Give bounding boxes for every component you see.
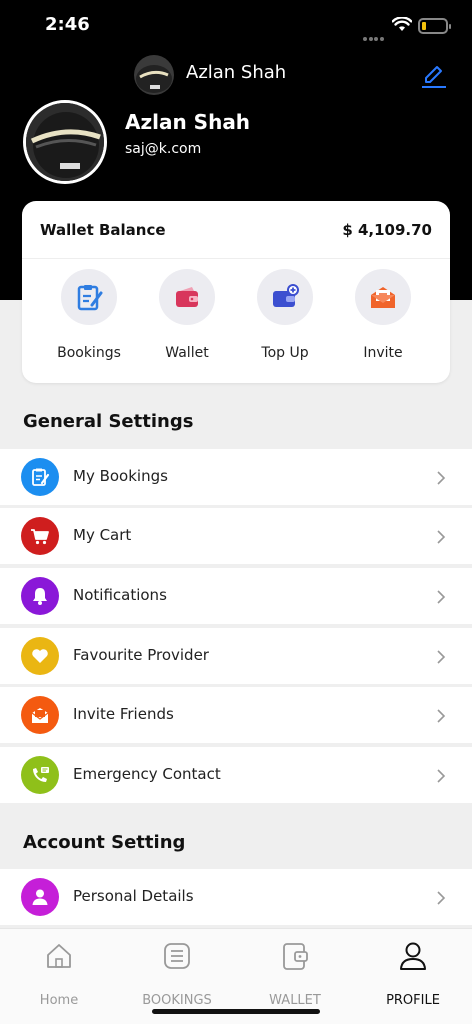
wallet-balance-row: Wallet Balance $ 4,109.70 [22,201,450,259]
tab-home[interactable]: Home [0,941,118,1008]
battery-icon [418,18,451,34]
edit-profile-button[interactable] [418,60,450,92]
quick-action-label: Invite [363,345,403,361]
list-item-label: Notifications [73,586,167,604]
heart-icon [21,637,59,675]
tab-label: BOOKINGS [142,993,212,1008]
profile-email: saj@k.com [125,141,202,157]
wallet-balance-label: Wallet Balance [40,221,166,239]
quick-action-wallet[interactable]: Wallet [138,269,236,373]
list-item-notifications[interactable]: Notifications [0,568,472,624]
chevron-right-icon [436,589,446,609]
wallet-tab-icon [236,941,354,975]
quick-action-bookings[interactable]: Bookings [40,269,138,373]
profile-avatar[interactable] [23,100,107,184]
chevron-right-icon [436,649,446,669]
tab-profile[interactable]: PROFILE [354,941,472,1008]
bookings-clipboard-icon [61,269,117,325]
home-indicator [152,1009,320,1014]
account-setting-title: Account Setting [23,832,186,853]
list-item-label: Personal Details [73,887,194,905]
phone-icon [21,756,59,794]
quick-action-label: Bookings [57,345,121,361]
quick-action-label: Top Up [261,345,309,361]
list-item-label: My Cart [73,526,132,544]
wallet-balance-value: $ 4,109.70 [342,221,432,239]
list-item-favourite-provider[interactable]: Favourite Provider [0,628,472,684]
tab-label: Home [39,993,79,1008]
pencil-icon [422,66,446,88]
chevron-right-icon [436,890,446,910]
topbar-user-name: Azlan Shah [186,62,287,83]
envelope-icon [355,269,411,325]
list-icon [118,941,236,975]
cart-icon [21,517,59,555]
topbar-avatar [134,55,174,95]
wallet-card: Wallet Balance $ 4,109.70 Bookings Walle… [22,201,450,383]
quick-action-topup[interactable]: Top Up [236,269,334,373]
bell-icon [21,577,59,615]
tab-bookings[interactable]: BOOKINGS [118,941,236,1008]
wallet-icon [159,269,215,325]
signal-icon [363,26,385,41]
quick-action-label: Wallet [165,345,209,361]
status-bar: 2:46 [0,14,472,41]
list-item-label: My Bookings [73,467,168,485]
home-icon [0,941,118,975]
profile-name: Azlan Shah [125,110,251,134]
chevron-right-icon [436,768,446,788]
tab-label: WALLET [269,993,321,1008]
bookings-icon [21,458,59,496]
topup-wallet-icon [257,269,313,325]
tab-label: PROFILE [386,993,440,1008]
tab-wallet[interactable]: WALLET [236,941,354,1008]
list-item-label: Emergency Contact [73,765,221,783]
wifi-icon [391,16,413,36]
list-item-label: Favourite Provider [73,646,209,664]
chevron-right-icon [436,470,446,490]
list-item-label: Invite Friends [73,705,174,723]
chevron-right-icon [436,529,446,549]
list-item-personal-details[interactable]: Personal Details [0,869,472,925]
list-item-my-cart[interactable]: My Cart [0,508,472,564]
list-item-my-bookings[interactable]: My Bookings [0,449,472,505]
chevron-right-icon [436,708,446,728]
status-time: 2:46 [45,14,90,35]
list-item-emergency-contact[interactable]: Emergency Contact [0,747,472,803]
user-icon [21,878,59,916]
general-settings-title: General Settings [23,411,194,432]
user-tab-icon [354,941,472,975]
invite-envelope-icon [21,696,59,734]
quick-action-invite[interactable]: Invite [334,269,432,373]
list-item-invite-friends[interactable]: Invite Friends [0,687,472,743]
